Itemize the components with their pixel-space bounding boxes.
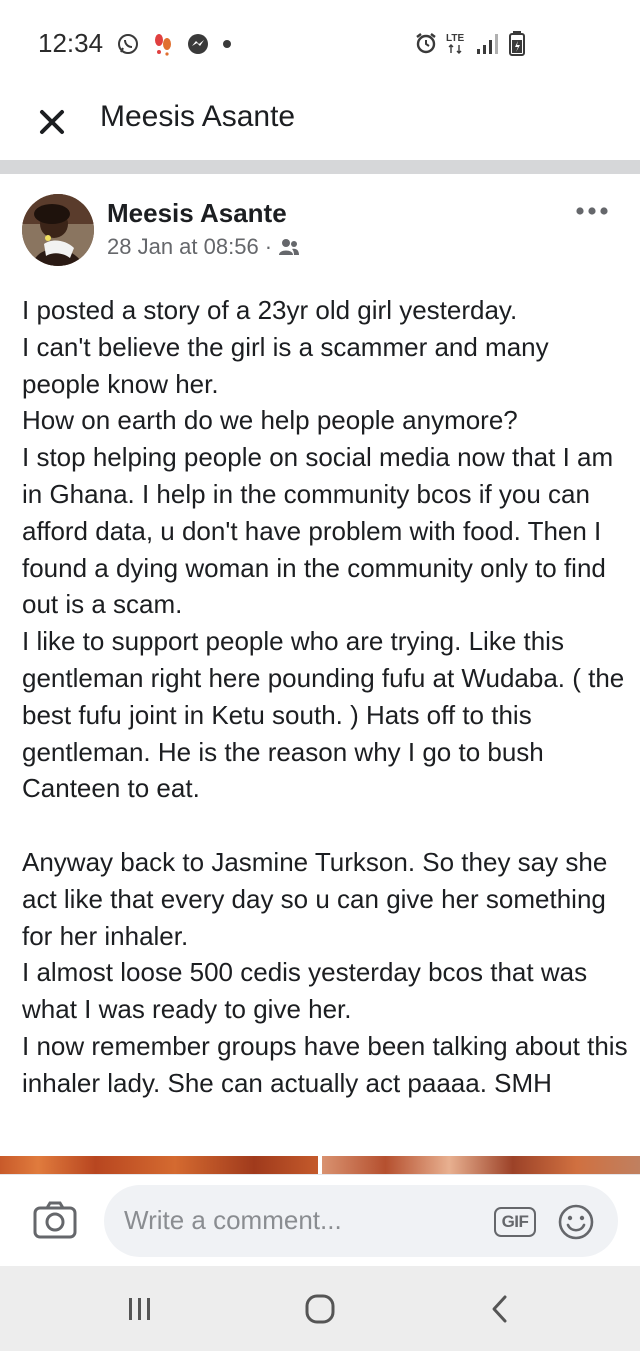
status-bar: 12:34 LTE (0, 0, 640, 88)
more-options-icon (576, 207, 608, 215)
status-icons-right: LTE (414, 26, 526, 60)
status-time: 12:34 (38, 28, 104, 58)
camera-button[interactable] (32, 1199, 78, 1241)
author-name[interactable]: Meesis Asante (107, 198, 287, 229)
post-photo-right[interactable] (322, 1156, 640, 1174)
post-meta: 28 Jan at 08:56 · (107, 234, 300, 260)
recent-apps-button[interactable] (110, 1286, 170, 1332)
status-icons-left (116, 30, 232, 58)
post-photo-left[interactable] (0, 1156, 318, 1174)
battery-icon (508, 30, 526, 56)
notification-icon (152, 32, 174, 56)
gif-button[interactable]: GIF (494, 1207, 536, 1237)
avatar[interactable] (22, 194, 94, 266)
friends-icon (278, 238, 300, 256)
messenger-icon (186, 32, 210, 56)
whatsapp-icon (116, 32, 140, 56)
close-button[interactable] (30, 100, 74, 144)
emoji-icon (558, 1204, 594, 1240)
comment-input[interactable]: Write a comment... GIF (104, 1185, 618, 1257)
post-body: I posted a story of a 23yr old girl yest… (22, 295, 628, 1098)
back-icon (492, 1295, 507, 1323)
lte-icon: LTE (444, 30, 470, 56)
alarm-icon (414, 31, 438, 55)
recent-apps-icon (129, 1298, 150, 1320)
dot-icon (222, 39, 232, 49)
more-options-button[interactable] (570, 196, 614, 226)
meta-separator: · (264, 234, 273, 259)
comment-composer: Write a comment... GIF (0, 1174, 640, 1266)
emoji-button[interactable] (556, 1202, 596, 1242)
header-divider (0, 160, 640, 174)
back-button[interactable] (470, 1286, 530, 1332)
navigation-bar (0, 1266, 640, 1351)
signal-icon (476, 31, 502, 55)
comment-placeholder: Write a comment... (124, 1205, 342, 1235)
home-icon (305, 1294, 335, 1324)
post-header: Meesis Asante 28 Jan at 08:56 · (0, 174, 640, 274)
page-title: Meesis Asante (100, 100, 296, 133)
lte-label: LTE (446, 33, 464, 44)
camera-icon (33, 1201, 77, 1239)
post-media[interactable] (0, 1156, 640, 1174)
home-button[interactable] (290, 1286, 350, 1332)
app-header: Meesis Asante (0, 88, 640, 160)
close-icon (40, 110, 64, 134)
post-timestamp[interactable]: 28 Jan at 08:56 (107, 234, 259, 260)
